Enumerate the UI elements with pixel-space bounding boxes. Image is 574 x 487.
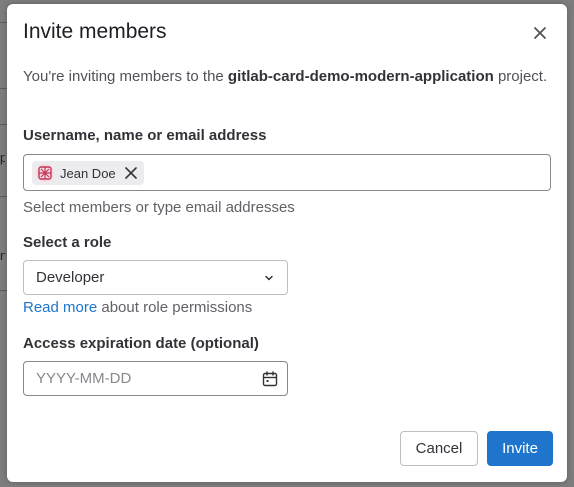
close-icon [534, 27, 546, 39]
username-label: Username, name or email address [23, 127, 267, 144]
cancel-button[interactable]: Cancel [400, 431, 478, 466]
expiration-date-input[interactable] [24, 362, 254, 395]
modal-title: Invite members [23, 20, 167, 43]
invite-members-modal: Invite members You're inviting members t… [7, 4, 567, 482]
role-select-value: Developer [36, 269, 105, 286]
members-helper-text: Select members or type email addresses [23, 199, 295, 216]
avatar [36, 164, 54, 182]
role-label: Select a role [23, 234, 112, 251]
remove-token-button[interactable] [124, 166, 138, 180]
member-token: Jean Doe [32, 161, 144, 185]
project-name: gitlab-card-demo-modern-application [227, 68, 494, 85]
role-select[interactable]: Developer [23, 260, 288, 295]
intro-suffix: project. [493, 68, 548, 85]
identicon-avatar [38, 166, 52, 180]
invite-button[interactable]: Invite [487, 431, 553, 466]
read-more-link[interactable]: Read more [23, 299, 97, 316]
member-token-label: Jean Doe [60, 165, 116, 181]
intro-prefix: You're inviting members to the [23, 68, 228, 85]
background-text-fragment: p [0, 150, 5, 165]
role-permissions-note: Read more about role permissions [23, 299, 252, 316]
role-permissions-text: about role permissions [97, 299, 253, 316]
close-icon [124, 167, 137, 179]
chevron-down-icon [265, 275, 273, 280]
close-button[interactable] [529, 22, 551, 44]
modal-intro: You're inviting members to the gitlab-ca… [23, 66, 553, 88]
calendar-icon[interactable] [261, 370, 279, 388]
expiration-date-field [23, 361, 288, 396]
background-text-fragment: n [0, 248, 5, 263]
members-token-input[interactable]: Jean Doe [23, 154, 551, 191]
expiration-label: Access expiration date (optional) [23, 335, 259, 352]
